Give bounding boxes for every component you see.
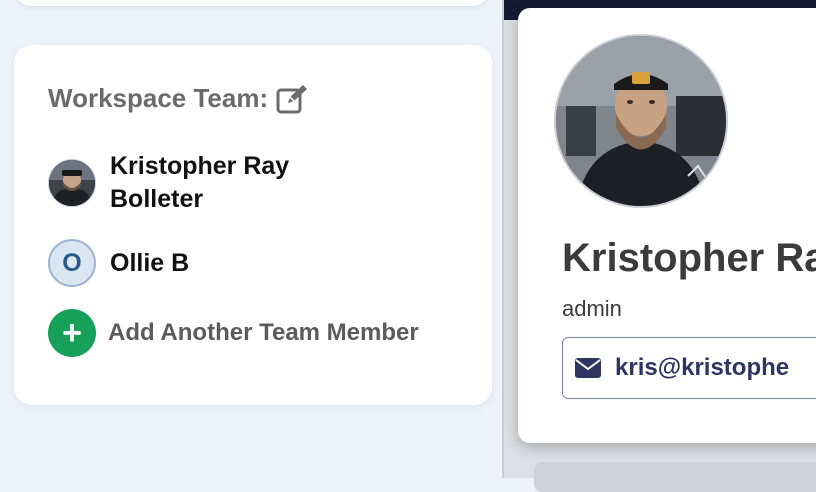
profile-photo [554,34,728,208]
avatar [48,159,96,207]
profile-panel: Kristopher Ra admin kris@kristophe [504,0,816,492]
background-bar [534,462,816,492]
workspace-team-card: Workspace Team: Kristopher Ray Bolleter [14,45,492,405]
workspace-team-title: Workspace Team: [48,83,269,113]
envelope-icon [575,358,601,378]
profile-role: admin [562,296,622,321]
workspace-team-heading: Workspace Team: [48,83,308,114]
team-member-kristopher[interactable]: Kristopher Ray Bolleter [48,150,340,216]
plus-icon: + [48,309,96,357]
add-team-member-button[interactable]: + Add Another Team Member [48,309,419,357]
avatar: O [48,239,96,287]
profile-card: Kristopher Ra admin kris@kristophe [518,8,816,443]
member-name: Ollie B [110,248,190,277]
team-panel: Workspace Team: Kristopher Ray Bolleter [0,0,502,478]
profile-image [556,36,726,206]
add-team-member-label: Add Another Team Member [108,319,419,346]
profile-name: Kristopher Ra [562,236,816,280]
edit-icon[interactable] [276,84,308,114]
email-text: kris@kristophe [615,354,790,381]
previous-card [14,0,490,6]
email-field[interactable]: kris@kristophe [562,337,816,399]
team-member-ollie[interactable]: O Ollie B [48,239,340,287]
member-name: Kristopher Ray Bolleter [110,152,290,213]
member-photo [49,160,95,206]
